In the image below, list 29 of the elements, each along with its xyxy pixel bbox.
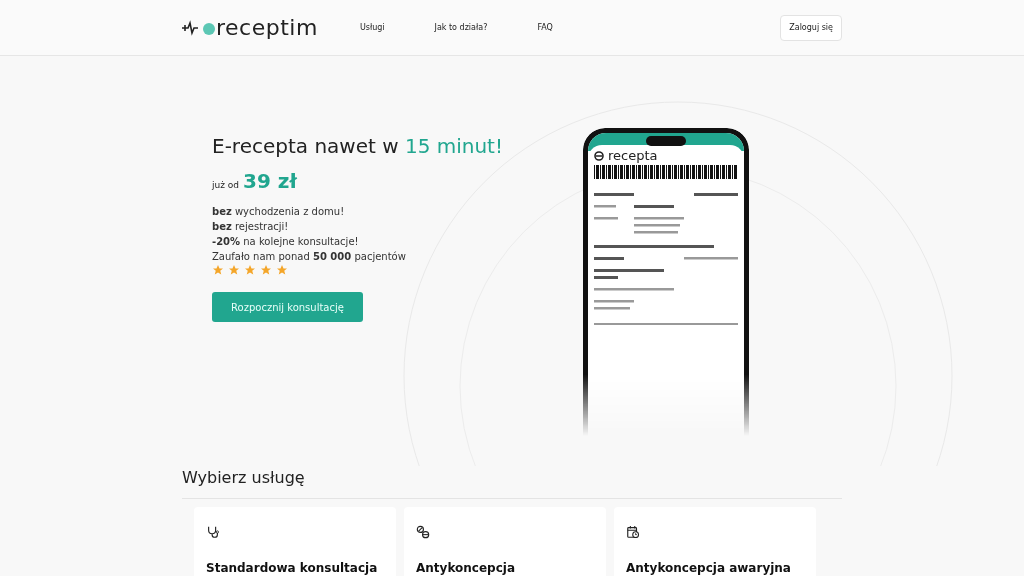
section-heading: Wybierz usługę: [182, 467, 305, 489]
service-title: Standardowa konsultacja: [206, 560, 379, 576]
login-button[interactable]: Zaloguj się: [780, 14, 842, 41]
star-icon: [260, 264, 272, 276]
price: 39 zł: [243, 168, 297, 195]
star-icon: [228, 264, 240, 276]
feature-text: bez wychodzenia z domu!: [212, 205, 346, 219]
price-prefix: już od: [212, 179, 239, 192]
nav-link-item[interactable]: Jak to działa?: [434, 21, 488, 34]
service-card[interactable]: Antykoncepcja awaryjna: [614, 507, 816, 576]
service-title: Antykoncepcja awaryjna: [626, 560, 792, 576]
pills-icon: [416, 524, 430, 539]
logo-wordmark[interactable]: receptim: [216, 11, 318, 44]
nav-link-item[interactable]: Usługi: [359, 21, 385, 34]
nav-link-item[interactable]: FAQ: [537, 21, 553, 34]
star-icon: [212, 264, 224, 276]
logo-icon: [594, 151, 604, 161]
star-icon: [244, 264, 256, 276]
service-title: Antykoncepcja: [416, 560, 516, 576]
stethoscope-icon: [206, 524, 220, 539]
feature-text: Zaufało nam ponad 50 000 pacjentów: [212, 250, 407, 264]
star-icon: [276, 264, 288, 276]
calendar-clock-icon: [626, 524, 640, 539]
hero-title: E-recepta nawet w 15 minut!: [212, 134, 503, 158]
service-card[interactable]: Antykoncepcja: [404, 507, 606, 576]
feature-text: bez rejestracji!: [212, 220, 290, 234]
feature-text: -20% na kolejne konsultacje!: [212, 235, 360, 249]
service-card[interactable]: Standardowa konsultacja: [194, 507, 396, 576]
phone-notch: [646, 136, 686, 146]
